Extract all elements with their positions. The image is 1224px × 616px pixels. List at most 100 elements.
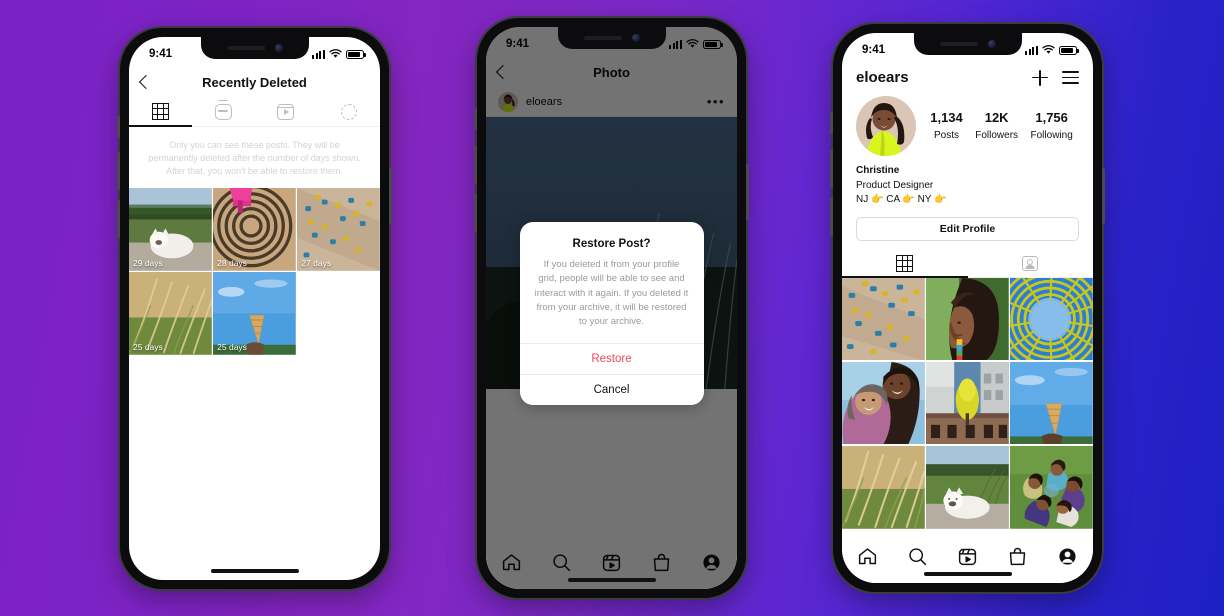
status-time: 9:41 — [149, 48, 173, 60]
stat-label: Posts — [934, 129, 960, 141]
deleted-post-cell[interactable]: 27 days — [297, 188, 380, 271]
reels-icon — [277, 103, 295, 120]
post-cell[interactable] — [842, 277, 925, 361]
battery-icon — [346, 49, 366, 59]
bio-role: Product Designer — [856, 179, 934, 191]
post-cell[interactable] — [926, 277, 1009, 361]
stat-posts[interactable]: 1,134 Posts — [930, 110, 963, 143]
deleted-posts-hint: Only you can see these posts. They will … — [148, 140, 361, 177]
tab-stories[interactable] — [317, 97, 380, 126]
profile-icon[interactable] — [1057, 546, 1078, 567]
battery-icon — [703, 39, 723, 49]
wifi-icon — [1042, 45, 1055, 54]
phone-1-tabbar — [129, 97, 380, 127]
post-cell[interactable] — [842, 445, 925, 529]
days-label: 25 days — [133, 341, 163, 352]
cellular-signal-icon — [311, 49, 325, 59]
bio-name: Christine — [856, 165, 900, 176]
hamburger-icon[interactable] — [1062, 71, 1079, 84]
phone-2-photo-restore-dialog: 9:41 Photo — [474, 18, 749, 598]
edit-profile-button[interactable]: Edit Profile — [856, 216, 1079, 241]
front-camera-icon — [274, 44, 283, 52]
photo-yellow-spiral-sculpture — [1010, 277, 1093, 361]
photo-friends-circle-grass — [1010, 445, 1093, 529]
cellular-signal-icon — [668, 39, 682, 49]
cellular-signal-icon — [1024, 45, 1038, 55]
page-title: Recently Deleted — [202, 74, 307, 90]
grid-icon — [151, 103, 169, 120]
restore-post-dialog: Restore Post? If you deleted it from you… — [519, 222, 704, 406]
deleted-post-cell[interactable]: 25 days — [129, 272, 212, 355]
status-time: 9:41 — [862, 44, 886, 56]
stat-following[interactable]: 1,756 Following — [1031, 110, 1073, 143]
tagged-icon — [1022, 256, 1039, 271]
profile-header: eloears — [842, 63, 1093, 88]
home-indicator — [923, 572, 1012, 576]
stat-value: 1,756 — [1035, 109, 1068, 125]
speaker-slit — [939, 42, 978, 46]
phone-3-profile: 9:41 eloears 1,134 Posts 12K Followers 1… — [830, 24, 1105, 592]
speaker-slit — [583, 36, 622, 40]
tab-tagged[interactable] — [968, 251, 1094, 277]
post-cell[interactable] — [926, 445, 1009, 529]
days-label: 29 days — [133, 257, 163, 268]
shop-icon[interactable] — [1007, 546, 1028, 567]
bio-locations: NJ 👉 CA 👉 NY 👉 — [856, 194, 947, 205]
restore-button[interactable]: Restore — [519, 343, 704, 374]
post-cell[interactable] — [926, 361, 1009, 445]
days-label: 28 days — [217, 257, 247, 268]
tab-grid[interactable] — [129, 97, 192, 127]
speaker-slit — [226, 46, 265, 50]
stat-label: Following — [1030, 129, 1073, 141]
front-camera-icon — [987, 40, 996, 48]
phone-1-recently-deleted: 9:41 Recently Deleted Only you can see t… — [117, 28, 392, 589]
phone-1-photo-grid: 29 days 28 days 27 days 25 days 25 days — [129, 188, 380, 355]
post-cell[interactable] — [1010, 445, 1093, 529]
stat-followers[interactable]: 12K Followers — [975, 110, 1018, 143]
back-chevron-icon[interactable] — [138, 74, 154, 90]
home-icon[interactable] — [857, 546, 878, 567]
photo-yellow-tree-buildings — [926, 361, 1009, 445]
cancel-button[interactable]: Cancel — [519, 374, 704, 405]
photo-two-friends — [842, 361, 925, 445]
profile-stats-row: 1,134 Posts 12K Followers 1,756 Followin… — [842, 88, 1093, 156]
wifi-icon — [329, 49, 342, 58]
profile-username[interactable]: eloears — [856, 69, 1032, 86]
deleted-post-cell[interactable]: 29 days — [129, 188, 212, 271]
photo-ice-cream-cone — [1010, 361, 1093, 445]
avatar[interactable] — [856, 96, 916, 156]
deleted-post-cell[interactable]: 28 days — [213, 188, 296, 271]
grid-icon — [896, 255, 914, 272]
empty-cell — [297, 272, 380, 355]
phone-2-screen: 9:41 Photo — [486, 27, 737, 589]
tab-igtv[interactable] — [192, 97, 255, 126]
front-camera-icon — [631, 34, 640, 42]
photo-dog — [926, 445, 1009, 529]
photo-woman-earring — [926, 277, 1009, 361]
post-cell[interactable] — [842, 361, 925, 445]
deleted-post-cell[interactable]: 25 days — [213, 272, 296, 355]
profile-bio: Christine Product Designer NJ 👉 CA 👉 NY … — [842, 156, 1093, 208]
post-cell[interactable] — [1010, 277, 1093, 361]
photo-climbing-wall — [842, 277, 925, 361]
tab-reels[interactable] — [255, 97, 318, 126]
notch — [557, 27, 666, 49]
dialog-title: Restore Post? — [572, 238, 651, 250]
tab-grid[interactable] — [842, 251, 968, 278]
wifi-icon — [686, 39, 699, 48]
search-icon[interactable] — [907, 546, 928, 567]
notch — [200, 37, 309, 59]
reels-icon[interactable] — [957, 546, 978, 567]
home-indicator — [210, 569, 299, 573]
phone-1-navbar: Recently Deleted — [129, 67, 380, 97]
post-cell[interactable] — [1010, 361, 1093, 445]
phone-3-photo-grid — [842, 277, 1093, 529]
stat-value: 1,134 — [930, 109, 963, 125]
profile-tabs — [842, 251, 1093, 278]
battery-icon — [1059, 45, 1079, 55]
phone-3-bottom-nav — [842, 539, 1093, 583]
plus-icon[interactable] — [1032, 69, 1048, 86]
days-label: 27 days — [301, 257, 332, 268]
phone-1-screen: 9:41 Recently Deleted Only you can see t… — [129, 37, 380, 580]
days-label: 25 days — [217, 341, 247, 352]
